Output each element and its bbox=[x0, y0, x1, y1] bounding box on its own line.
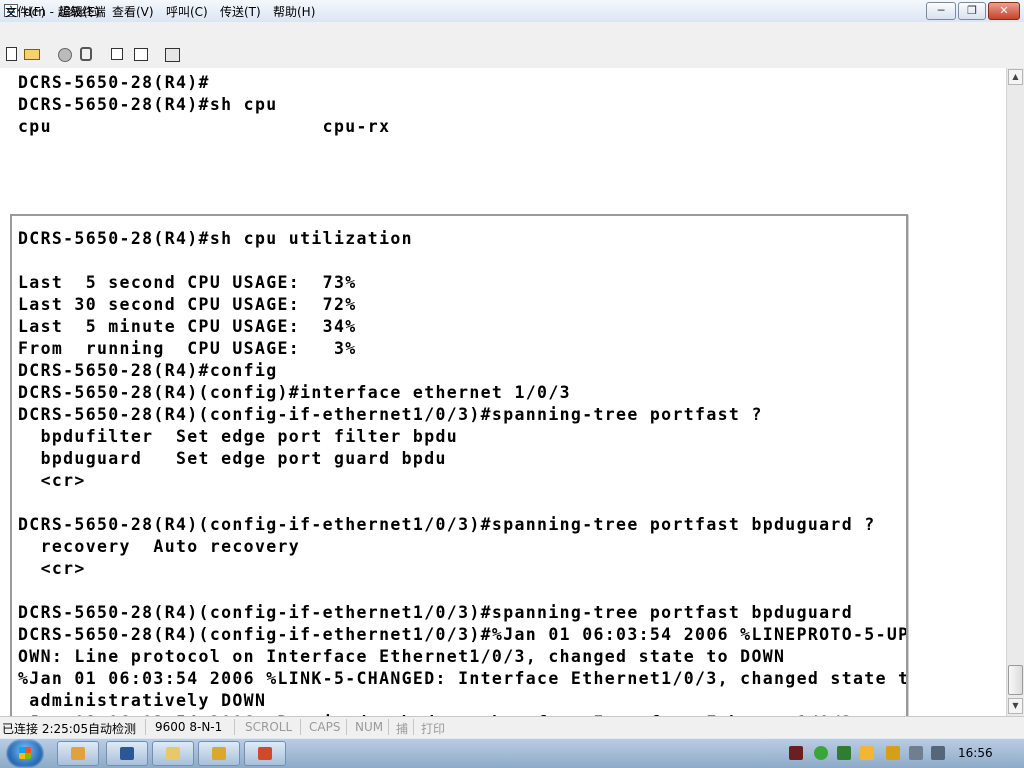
sound-icon[interactable] bbox=[814, 746, 828, 760]
new-icon[interactable] bbox=[6, 47, 17, 61]
menu-file[interactable]: 文件(F) bbox=[5, 3, 45, 20]
powerpoint-icon bbox=[258, 747, 272, 760]
window-titlebar[interactable] bbox=[0, 0, 1024, 23]
terminal-window[interactable]: DCRS-5650-28(R4)# DCRS-5650-28(R4)#sh cp… bbox=[0, 68, 1006, 716]
windows-logo-icon bbox=[19, 747, 31, 759]
status-autodetect: 自动检测 bbox=[88, 722, 137, 736]
network-icon[interactable] bbox=[789, 746, 803, 760]
explorer-icon bbox=[71, 747, 85, 760]
status-print: 打印 bbox=[421, 722, 446, 736]
close-button[interactable]: ✕ bbox=[988, 2, 1020, 20]
menu-view[interactable]: 查看(V) bbox=[112, 3, 154, 20]
security-icon[interactable] bbox=[837, 746, 851, 760]
status-bar bbox=[0, 716, 1024, 738]
word-icon bbox=[120, 747, 134, 760]
status-divider bbox=[145, 719, 146, 735]
status-caps: CAPS bbox=[309, 720, 341, 734]
status-connection-time: 已连接 2:25:05 bbox=[2, 722, 89, 736]
status-divider bbox=[388, 719, 389, 735]
status-baud: 9600 8-N-1 bbox=[155, 720, 223, 734]
status-divider bbox=[234, 719, 235, 735]
taskbar-explorer[interactable] bbox=[57, 741, 99, 766]
scroll-down-icon[interactable]: ▼ bbox=[1008, 698, 1023, 714]
menu-bar bbox=[0, 22, 1024, 42]
send-icon[interactable] bbox=[111, 48, 123, 60]
scroll-up-icon[interactable]: ▲ bbox=[1008, 69, 1023, 85]
terminal-popup-panel[interactable]: DCRS-5650-28(R4)#sh cpu utilization Last… bbox=[10, 214, 908, 716]
terminal-output-panel: DCRS-5650-28(R4)#sh cpu utilization Last… bbox=[18, 229, 908, 716]
status-divider bbox=[413, 719, 414, 735]
minimize-button[interactable]: ─ bbox=[926, 2, 956, 20]
taskbar-folder[interactable] bbox=[152, 741, 194, 766]
open-icon[interactable] bbox=[24, 49, 40, 60]
toolbar bbox=[0, 42, 1024, 69]
status-divider bbox=[300, 719, 301, 735]
taskbar-clock[interactable]: 16:56 bbox=[958, 746, 993, 760]
hyperterminal-icon bbox=[212, 747, 226, 760]
phone-icon[interactable] bbox=[80, 47, 92, 61]
menu-transfer[interactable]: 传送(T) bbox=[220, 3, 261, 20]
menu-help[interactable]: 帮助(H) bbox=[273, 3, 315, 20]
flag-icon[interactable] bbox=[860, 746, 874, 760]
vertical-scrollbar[interactable]: ▲ ▼ bbox=[1006, 68, 1024, 716]
volume-icon[interactable] bbox=[931, 746, 945, 760]
status-capture: 捕 bbox=[396, 722, 409, 736]
taskbar-hyperterminal[interactable] bbox=[198, 741, 240, 766]
status-num: NUM bbox=[355, 720, 384, 734]
taskbar-powerpoint[interactable] bbox=[244, 741, 286, 766]
status-divider bbox=[346, 719, 347, 735]
display-icon[interactable] bbox=[909, 746, 923, 760]
receive-icon[interactable] bbox=[134, 48, 148, 61]
scrollbar-thumb[interactable] bbox=[1008, 665, 1023, 695]
properties-icon[interactable] bbox=[165, 48, 180, 62]
folder-icon bbox=[166, 747, 180, 760]
menu-call[interactable]: 呼叫(C) bbox=[166, 3, 208, 20]
menu-edit[interactable]: 编辑(E) bbox=[59, 3, 100, 20]
usb-icon[interactable] bbox=[886, 746, 900, 760]
status-scroll: SCROLL bbox=[245, 720, 293, 734]
disconnect-icon[interactable] bbox=[58, 48, 72, 62]
start-button[interactable] bbox=[6, 739, 44, 768]
terminal-output-upper: DCRS-5650-28(R4)# DCRS-5650-28(R4)#sh cp… bbox=[18, 73, 391, 136]
maximize-button[interactable]: ❐ bbox=[958, 2, 986, 20]
taskbar-word[interactable] bbox=[106, 741, 148, 766]
